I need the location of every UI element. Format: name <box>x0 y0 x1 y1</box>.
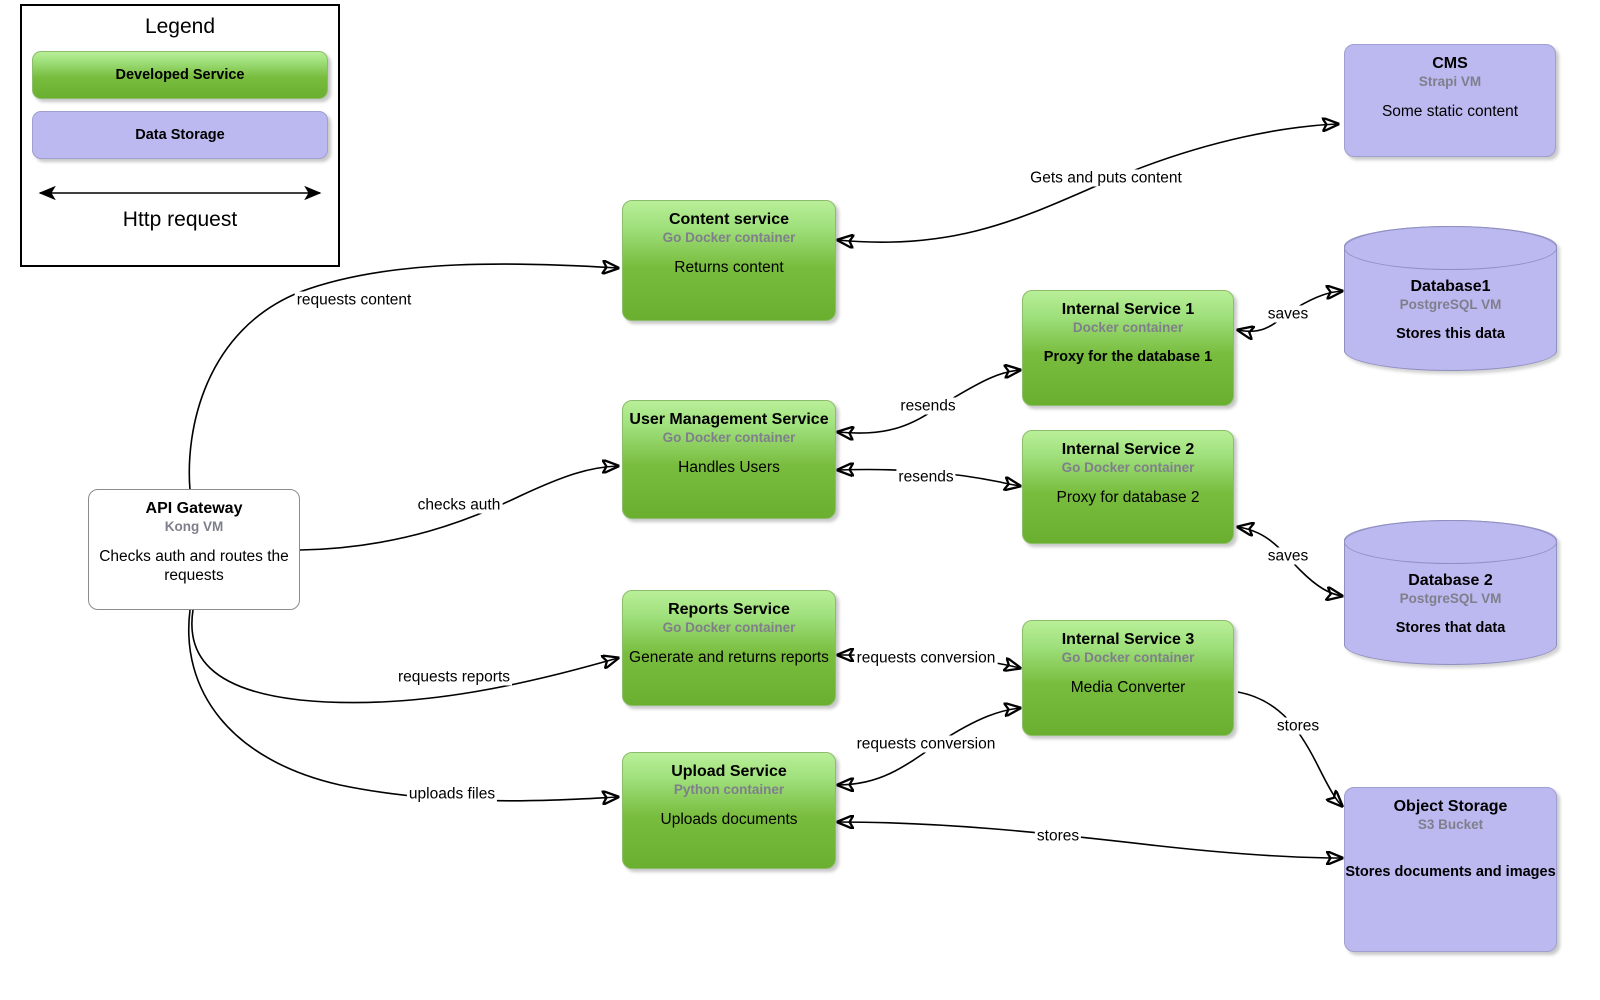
node-body: Uploads documents <box>660 811 798 828</box>
node-subtitle: S3 Bucket <box>1417 817 1484 832</box>
node-title: CMS <box>1432 55 1468 72</box>
node-subtitle: Strapi VM <box>1418 74 1482 89</box>
node-title: Internal Service 2 <box>1061 441 1195 458</box>
node-subtitle: Go Docker container <box>662 620 796 635</box>
node-reports-service[interactable]: Reports Service Go Docker container Gene… <box>622 590 836 706</box>
edge-label-requests-content: requests content <box>294 291 414 309</box>
edge-label-requests-conversion-2: requests conversion <box>854 735 998 753</box>
node-body: Media Converter <box>1070 679 1186 696</box>
edge-label-stores-1: stores <box>1274 717 1322 735</box>
node-subtitle: Docker container <box>1072 320 1184 335</box>
node-object-storage[interactable]: Object Storage S3 Bucket Stores document… <box>1344 787 1557 952</box>
node-title: Internal Service 3 <box>1061 631 1195 648</box>
edge-label-resends-1: resends <box>898 397 958 415</box>
node-title: User Management Service <box>629 411 829 428</box>
node-body: Returns content <box>674 259 784 276</box>
legend-panel: Legend Developed Service Data Storage Ht… <box>20 4 340 267</box>
edge-stores-2 <box>838 822 1342 858</box>
node-title: Database1 <box>1410 278 1491 295</box>
architecture-diagram: Legend Developed Service Data Storage Ht… <box>0 0 1600 1000</box>
edge-label-gets-and-puts-content: Gets and puts content <box>1028 169 1184 187</box>
node-title: Upload Service <box>671 763 787 780</box>
node-internal-service-2[interactable]: Internal Service 2 Go Docker container P… <box>1022 430 1234 544</box>
node-body: Handles Users <box>678 459 780 476</box>
edge-label-uploads-files: uploads files <box>406 785 498 803</box>
node-subtitle: Go Docker container <box>1061 650 1195 665</box>
node-title: Internal Service 1 <box>1061 301 1195 318</box>
legend-item-label: Developed Service <box>115 67 245 83</box>
edge-label-requests-conversion-1: requests conversion <box>854 649 998 667</box>
edge-uploads-files <box>188 609 618 801</box>
legend-item-developed-service: Developed Service <box>32 51 328 99</box>
node-title: Object Storage <box>1393 798 1508 815</box>
node-title: Reports Service <box>668 601 790 618</box>
legend-title: Legend <box>144 15 216 38</box>
edge-label-requests-reports: requests reports <box>396 668 512 686</box>
node-body: Stores documents and images <box>1345 864 1556 880</box>
edge-stores-1 <box>1237 691 1342 806</box>
node-title: Content service <box>668 211 790 228</box>
node-content-service[interactable]: Content service Go Docker container Retu… <box>622 200 836 321</box>
node-subtitle: Python container <box>673 782 785 797</box>
node-subtitle: Go Docker container <box>662 230 796 245</box>
node-body: Proxy for the database 1 <box>1043 349 1213 365</box>
edge-label-saves-1: saves <box>1265 305 1311 323</box>
node-title: API Gateway <box>145 500 243 517</box>
edge-label-checks-auth: checks auth <box>415 496 503 514</box>
edge-label-resends-2: resends <box>896 468 956 486</box>
node-body: Some static content <box>1381 103 1519 120</box>
legend-item-data-storage: Data Storage <box>32 111 328 159</box>
node-subtitle: Go Docker container <box>662 430 796 445</box>
node-user-management-service[interactable]: User Management Service Go Docker contai… <box>622 400 836 519</box>
node-internal-service-3[interactable]: Internal Service 3 Go Docker container M… <box>1022 620 1234 736</box>
legend-item-label: Data Storage <box>135 127 225 143</box>
edge-label-saves-2: saves <box>1265 547 1311 565</box>
node-cms[interactable]: CMS Strapi VM Some static content <box>1344 44 1556 157</box>
node-title: Database 2 <box>1408 572 1493 589</box>
node-subtitle: PostgreSQL VM <box>1399 591 1502 606</box>
node-subtitle: Kong VM <box>164 519 224 534</box>
node-subtitle: Go Docker container <box>1061 460 1195 475</box>
node-body: Stores this data <box>1396 326 1505 342</box>
legend-http-arrow <box>22 185 338 206</box>
node-body: Generate and returns reports <box>629 649 829 666</box>
node-body: Proxy for database 2 <box>1056 489 1200 506</box>
edge-requests-reports <box>191 609 618 704</box>
node-subtitle: PostgreSQL VM <box>1399 297 1502 312</box>
cylinder-top-ellipse <box>1344 520 1557 564</box>
node-internal-service-1[interactable]: Internal Service 1 Docker container Prox… <box>1022 290 1234 406</box>
cylinder-top-ellipse <box>1344 226 1557 270</box>
double-arrow-icon <box>38 185 322 201</box>
edge-label-stores-2: stores <box>1034 827 1082 845</box>
node-api-gateway[interactable]: API Gateway Kong VM Checks auth and rout… <box>88 489 300 610</box>
legend-edge-label: Http request <box>122 208 238 231</box>
node-body: Checks auth and routes the requests <box>99 548 289 584</box>
node-database-1[interactable]: Database1 PostgreSQL VM Stores this data <box>1344 226 1557 371</box>
node-body: Stores that data <box>1395 620 1506 636</box>
node-upload-service[interactable]: Upload Service Python container Uploads … <box>622 752 836 869</box>
node-database-2[interactable]: Database 2 PostgreSQL VM Stores that dat… <box>1344 520 1557 665</box>
